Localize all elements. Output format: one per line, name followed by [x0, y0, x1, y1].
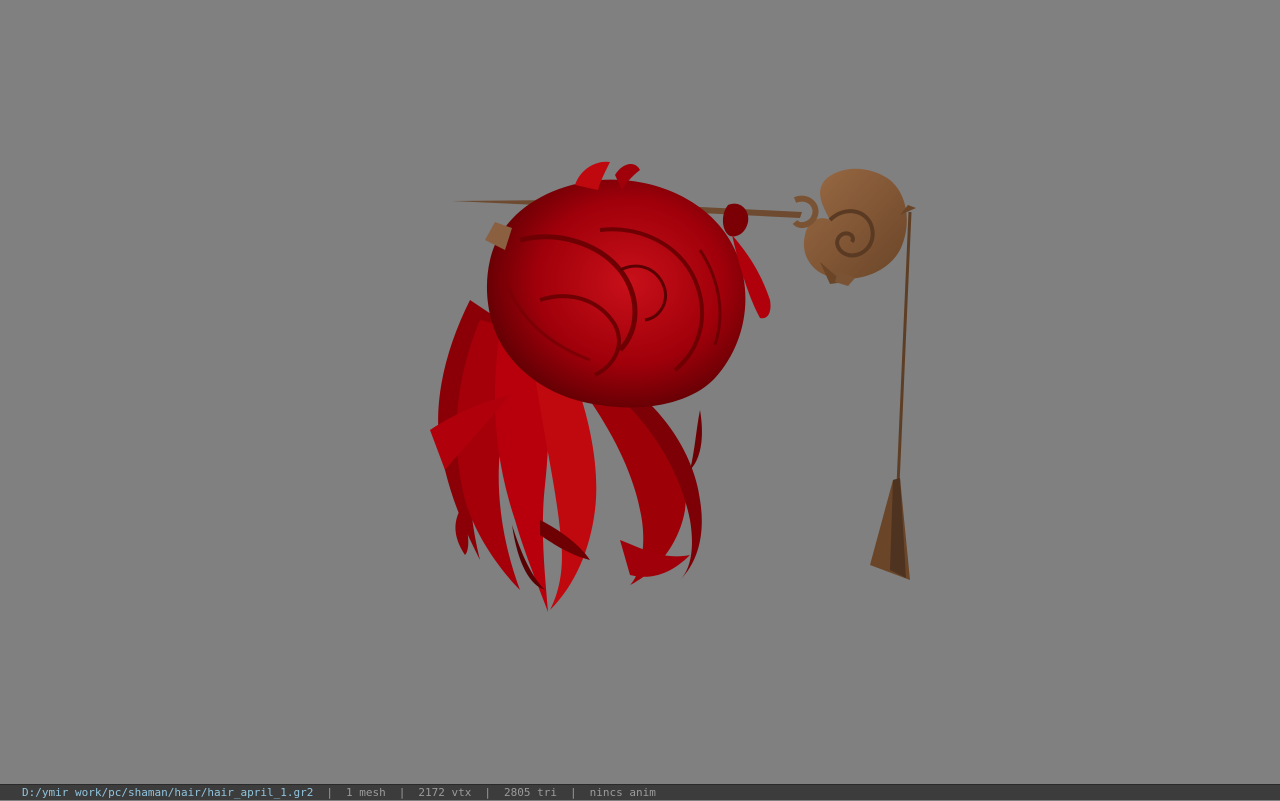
triangle-count-text: 2805 tri: [504, 785, 557, 799]
mesh-count-text: 1 mesh: [346, 785, 386, 799]
file-path-text: D:/ymir work/pc/shaman/hair/hair_april_1…: [22, 785, 314, 799]
status-separator: |: [570, 785, 577, 799]
animation-status-text: nincs anim: [589, 785, 656, 799]
status-bar: D:/ymir work/pc/shaman/hair/hair_april_1…: [0, 784, 1280, 800]
hair-model-render: [430, 161, 916, 612]
hairpin-swirl-head: [792, 168, 907, 286]
status-separator: |: [484, 785, 492, 799]
vertex-count-text: 2172 vtx: [418, 785, 472, 799]
status-separator: |: [326, 785, 334, 799]
status-separator: |: [398, 785, 406, 799]
hair-bun: [486, 161, 746, 408]
3d-viewport[interactable]: [0, 0, 1280, 784]
